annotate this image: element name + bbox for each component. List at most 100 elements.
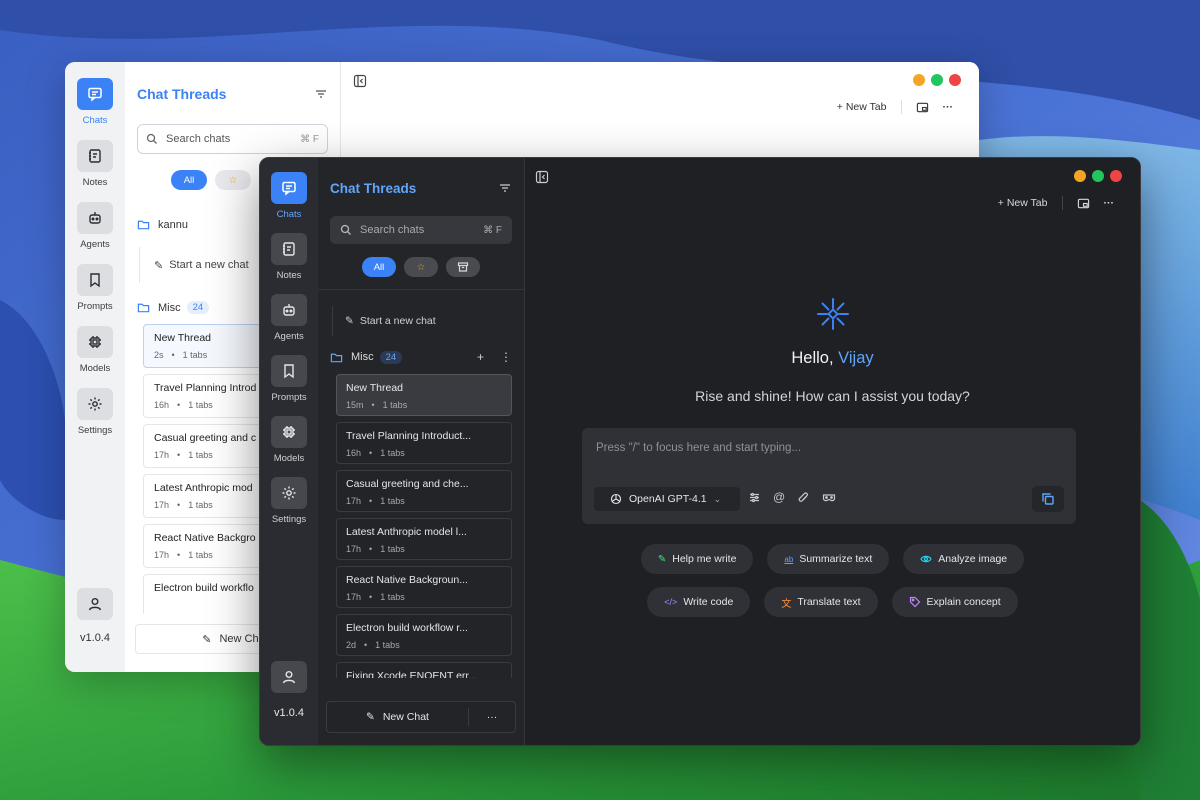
suggestion-translate-text[interactable]: 文 Translate text — [764, 587, 878, 617]
maximize-button[interactable] — [1092, 170, 1104, 182]
composer-placeholder: Press "/" to focus here and start typing… — [596, 442, 802, 454]
star-icon[interactable]: ☆ — [215, 170, 251, 190]
thread-item[interactable]: React Native Backgroun... 17h • 1 tabs — [336, 566, 512, 608]
thread-item[interactable]: Fixing Xcode ENOENT err... — [336, 662, 512, 678]
search-input[interactable]: Search chats ⌘ F — [330, 216, 512, 244]
thread-age: 16h — [154, 400, 170, 410]
folder-misc[interactable]: Misc 24 + ⋮ — [330, 350, 512, 364]
sliders-icon[interactable] — [748, 491, 761, 504]
new-chat-button[interactable]: ✎ New Chat — [327, 708, 469, 726]
chat-icon — [77, 78, 113, 110]
greeting-text: Hello, — [791, 349, 834, 367]
composer-tools: @ — [748, 491, 836, 504]
suggestion-write-code[interactable]: </> Write code — [647, 587, 751, 617]
greeting: Hello, Vijay — [525, 349, 1140, 368]
picture-in-picture-icon[interactable] — [916, 101, 929, 114]
thread-item[interactable]: Electron build workflow r... 2d • 1 tabs — [336, 614, 512, 656]
close-button[interactable] — [949, 74, 961, 86]
start-new-chat-button[interactable]: ✎ Start a new chat — [332, 306, 512, 336]
filter-icon[interactable] — [314, 87, 328, 101]
thread-age: 15m — [346, 400, 364, 410]
window-controls — [1074, 170, 1122, 182]
close-button[interactable] — [1110, 170, 1122, 182]
cpu-icon — [77, 326, 113, 358]
rail-item-models[interactable]: Models — [271, 416, 307, 464]
minimize-button[interactable] — [913, 74, 925, 86]
star-icon[interactable]: ☆ — [404, 257, 438, 277]
suggestion-summarize-text[interactable]: ab Summarize text — [767, 544, 890, 574]
chat-icon — [271, 172, 307, 204]
folder-icon — [137, 220, 150, 230]
bookmark-icon — [77, 264, 113, 296]
pencil-icon: ✎ — [345, 315, 354, 327]
copy-icon[interactable] — [1032, 486, 1064, 512]
thread-tabs: 1 tabs — [380, 592, 405, 602]
filter-all-chip[interactable]: All — [171, 170, 207, 190]
rail-item-prompts[interactable]: Prompts — [77, 264, 113, 312]
rail-item-agents[interactable]: Agents — [271, 294, 307, 342]
thread-item[interactable]: Travel Planning Introduct... 16h • 1 tabs — [336, 422, 512, 464]
panel-title: Chat Threads — [330, 180, 417, 196]
divider — [318, 289, 524, 290]
suggestion-explain-concept[interactable]: Explain concept — [891, 587, 1018, 617]
search-input[interactable]: Search chats ⌘ F — [137, 124, 328, 154]
filter-all-chip[interactable]: All — [362, 257, 396, 277]
dark-app-window: Chats Notes Agents Prompts Models Settin… — [259, 157, 1141, 746]
welcome-hero: Hello, Vijay Rise and shine! How can I a… — [525, 296, 1140, 404]
suggestion-help-me-write[interactable]: ✎ Help me write — [640, 544, 754, 574]
filter-chips: All ☆ — [330, 257, 512, 277]
more-options-button[interactable]: ··· — [469, 711, 515, 723]
maximize-button[interactable] — [931, 74, 943, 86]
count-badge: 24 — [186, 301, 210, 314]
model-name: OpenAI GPT-4.1 — [629, 493, 707, 505]
plus-icon: + — [836, 101, 846, 113]
user-icon[interactable] — [271, 661, 307, 693]
sidebar-toggle-icon[interactable] — [353, 74, 367, 88]
user-icon[interactable] — [77, 588, 113, 620]
picture-in-picture-icon[interactable] — [1077, 197, 1090, 210]
thread-item[interactable]: Casual greeting and che... 17h • 1 tabs — [336, 470, 512, 512]
more-options-icon[interactable]: ··· — [1104, 197, 1115, 209]
thread-item[interactable]: Latest Anthropic model l... 17h • 1 tabs — [336, 518, 512, 560]
new-tab-button[interactable]: + New Tab — [837, 101, 887, 113]
minimize-button[interactable] — [1074, 170, 1086, 182]
thread-title: New Thread — [346, 382, 404, 394]
suggestion-analyze-image[interactable]: Analyze image — [903, 544, 1025, 574]
rail-item-prompts[interactable]: Prompts — [271, 355, 307, 403]
archive-icon[interactable] — [446, 257, 480, 277]
mask-icon[interactable] — [822, 491, 836, 504]
dark-nav-rail: Chats Notes Agents Prompts Models Settin… — [260, 158, 318, 745]
rail-item-chats[interactable]: Chats — [77, 78, 113, 126]
rail-item-models[interactable]: Models — [77, 326, 113, 374]
rail-item-agents[interactable]: Agents — [77, 202, 113, 250]
sparkle-logo-icon — [816, 298, 849, 330]
more-options-icon[interactable]: ··· — [943, 101, 954, 113]
rail-item-notes[interactable]: Notes — [77, 140, 113, 188]
thread-item[interactable]: New Thread 15m • 1 tabs — [336, 374, 512, 416]
rail-item-chats[interactable]: Chats — [271, 172, 307, 220]
vertical-more-icon[interactable]: ⋮ — [500, 350, 512, 364]
folder-icon — [330, 353, 343, 362]
user-name: Vijay — [838, 349, 874, 367]
plus-icon[interactable]: + — [477, 350, 484, 364]
pencil-icon: ✎ — [366, 711, 375, 723]
thread-title: Latest Anthropic model l... — [346, 526, 467, 538]
chat-composer[interactable]: Press "/" to focus here and start typing… — [582, 428, 1076, 524]
pencil-icon: ✎ — [657, 553, 667, 565]
thread-title: React Native Backgroun... — [346, 574, 468, 586]
new-chat-bar: ✎ New Chat ··· — [326, 701, 516, 733]
new-tab-button[interactable]: + New Tab — [998, 197, 1048, 209]
model-select[interactable]: OpenAI GPT-4.1 ⌄ — [594, 487, 740, 511]
paperclip-icon[interactable] — [797, 491, 810, 504]
rail-label: Models — [79, 363, 111, 374]
rail-item-settings[interactable]: Settings — [271, 477, 307, 525]
sidebar-toggle-icon[interactable] — [535, 170, 549, 184]
rail-label: Agents — [274, 331, 304, 342]
rail-item-notes[interactable]: Notes — [271, 233, 307, 281]
folder-name: Misc — [351, 351, 374, 363]
notebook-icon — [77, 140, 113, 172]
filter-icon[interactable] — [498, 181, 512, 195]
rail-label: Notes — [82, 177, 108, 188]
rail-item-settings[interactable]: Settings — [77, 388, 113, 436]
at-mention-icon[interactable]: @ — [773, 491, 785, 504]
